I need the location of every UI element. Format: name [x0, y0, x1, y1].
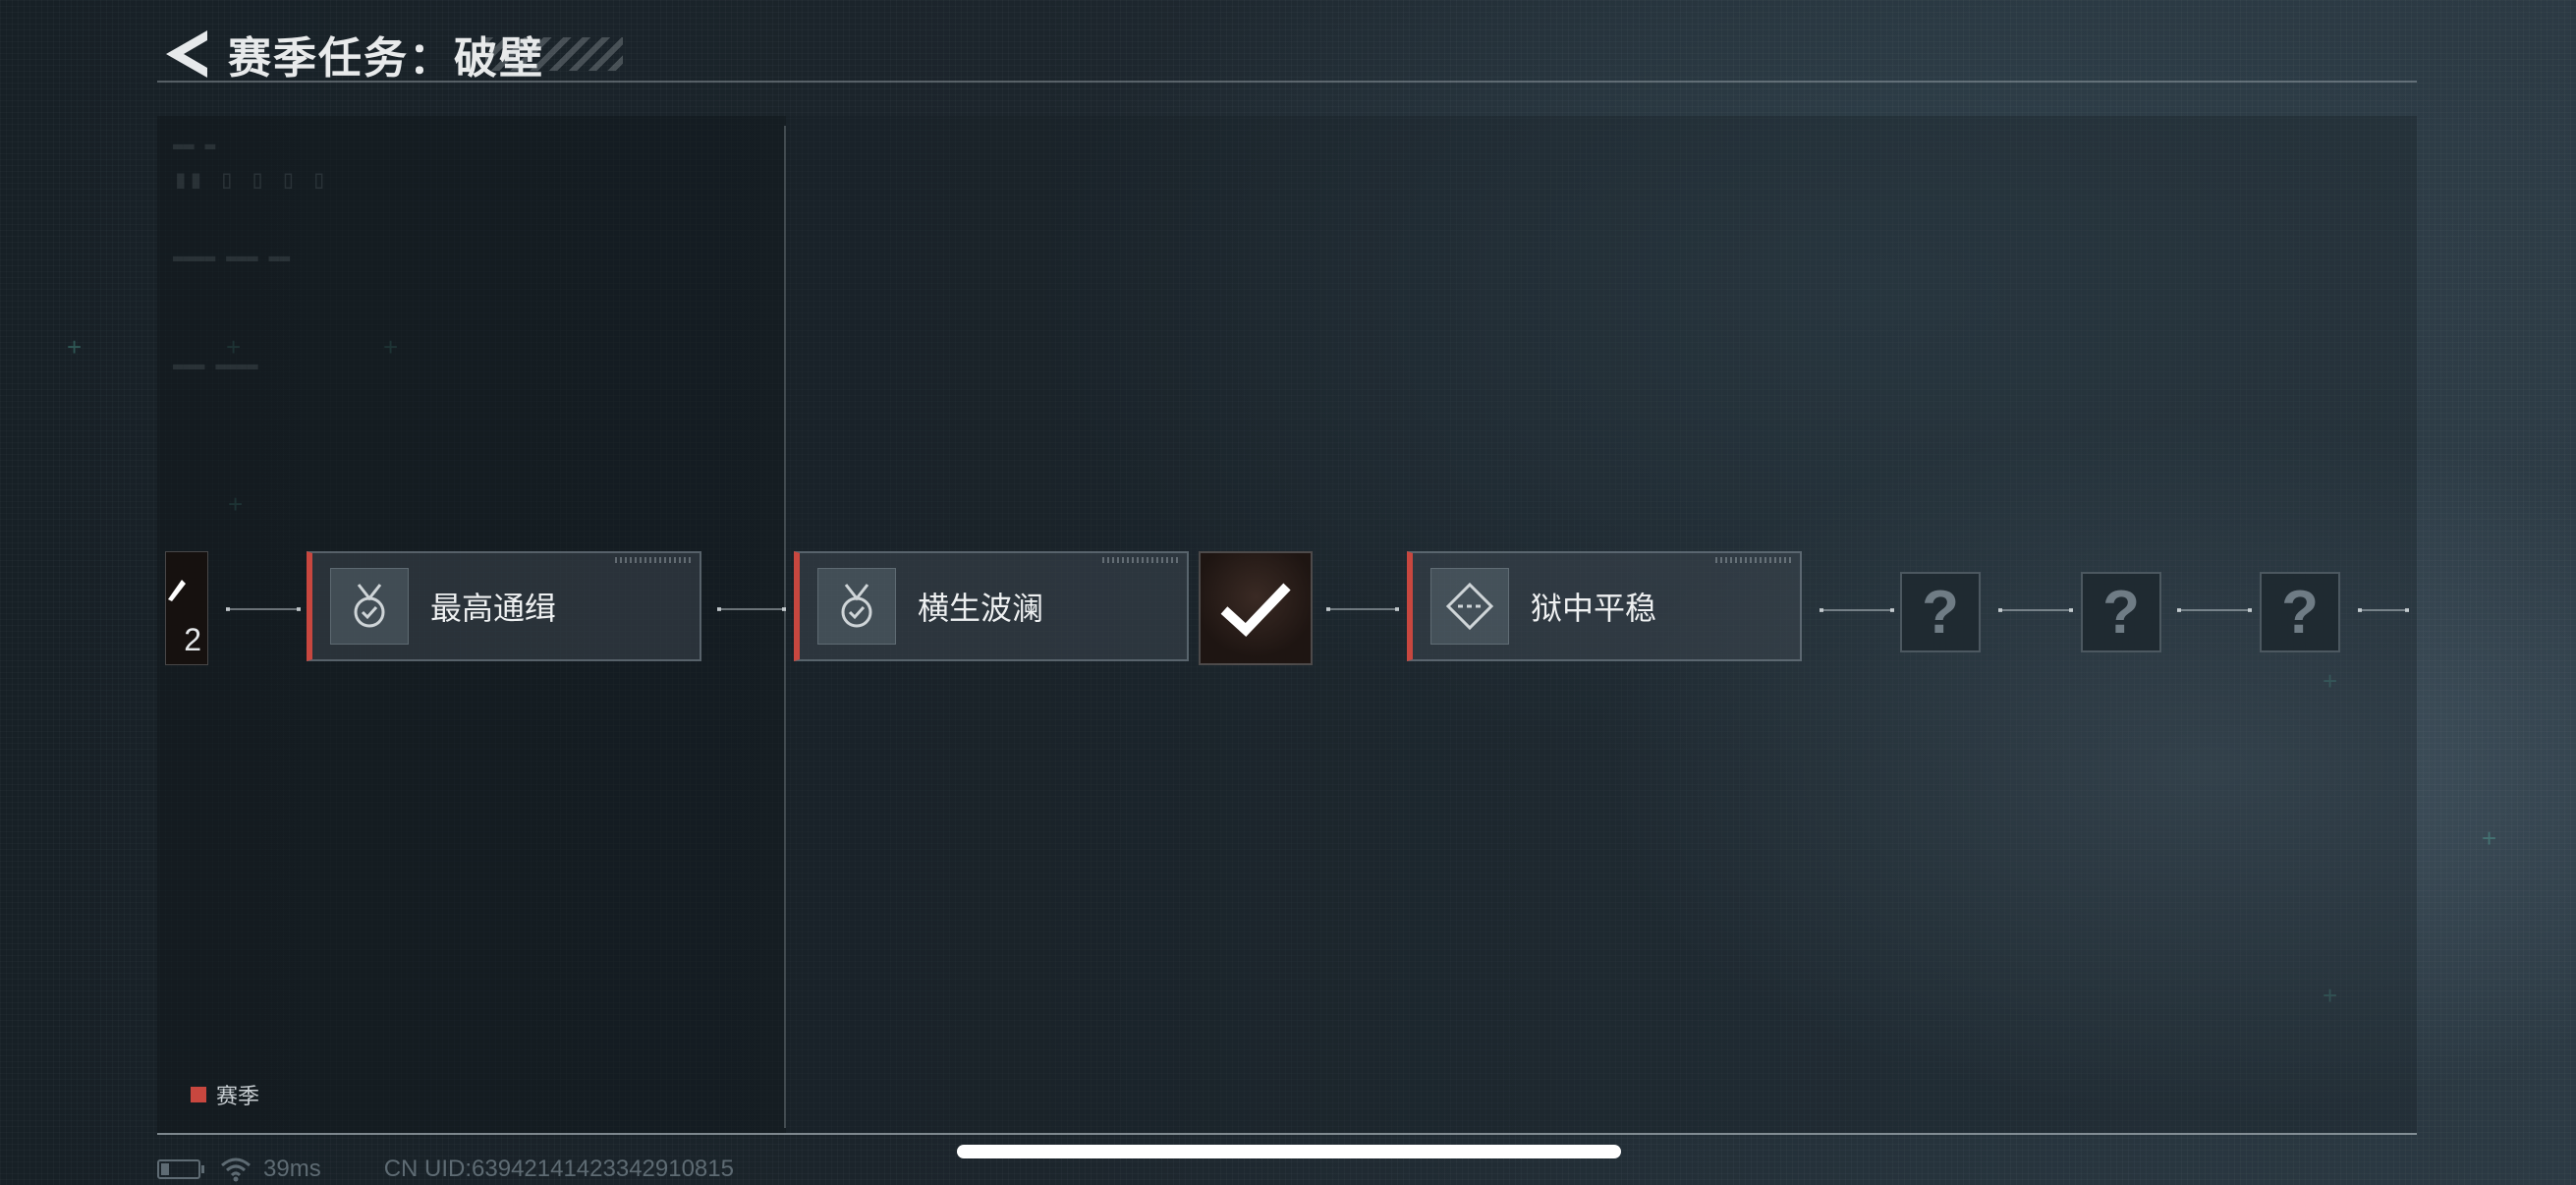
title-stripes-decoration — [485, 37, 623, 71]
crosshair-decoration: + — [2482, 823, 2497, 853]
hud-decoration: ▬▬▬▬ ▬▬▬ ▬▬ — [173, 248, 291, 268]
card-corner-decoration — [1715, 557, 1794, 563]
task-card-label: 横生波澜 — [918, 591, 1044, 626]
task-count: 2 — [184, 622, 201, 657]
hud-decoration: ▮▮ ▯ ▯ ▯ ▯ — [173, 165, 327, 195]
status-bar: 39ms CN UID:639421414233429108​15 — [157, 1156, 734, 1183]
reward-completed-tile[interactable] — [1199, 551, 1313, 665]
timeline-divider — [784, 126, 786, 1128]
legend: 赛季 — [191, 1079, 259, 1110]
user-uid: CN UID:639421414233429108​15 — [383, 1156, 734, 1182]
crosshair-decoration: + — [67, 332, 83, 362]
task-card-label: 最高通缉 — [430, 591, 557, 626]
locked-task-tile[interactable]: ? — [1900, 572, 1981, 652]
checkmark-icon — [1220, 583, 1291, 637]
legend-label: 赛季 — [216, 1084, 260, 1108]
task-card-most-wanted[interactable]: 最高通缉 — [307, 551, 701, 661]
back-arrow-icon — [166, 30, 207, 78]
previous-task-tile[interactable]: 2 — [165, 551, 208, 665]
ping-readout: 39ms — [263, 1156, 321, 1182]
card-corner-decoration — [615, 557, 694, 563]
track-connector — [717, 607, 786, 611]
track-connector — [2177, 608, 2252, 612]
medal-check-icon — [330, 568, 409, 645]
home-indicator[interactable] — [957, 1145, 1621, 1158]
track-connector — [1820, 608, 1894, 612]
header-divider — [157, 81, 2417, 83]
locked-task-tile[interactable]: ? — [2081, 572, 2161, 652]
card-corner-decoration — [1102, 557, 1181, 563]
back-button[interactable] — [157, 25, 216, 84]
task-card-prison-stable[interactable]: 狱中平稳 — [1407, 551, 1802, 661]
track-connector — [2358, 608, 2409, 612]
task-card-label: 狱中平稳 — [1531, 591, 1657, 626]
pencil-icon — [168, 580, 186, 601]
diamond-dash-icon — [1430, 568, 1509, 645]
hud-decoration: ▬▬▬ ▬▬▬▬ — [173, 356, 258, 376]
track-connector — [226, 607, 301, 611]
wifi-icon — [221, 1157, 251, 1182]
track-connector — [1326, 607, 1399, 611]
medal-check-icon — [817, 568, 896, 645]
track-connector — [1998, 608, 2073, 612]
legend-swatch — [191, 1087, 206, 1102]
hud-decoration: ▬▬ ▬ — [173, 136, 216, 156]
locked-task-tile[interactable]: ? — [2260, 572, 2340, 652]
battery-icon — [157, 1159, 204, 1179]
task-card-unexpected-waves[interactable]: 横生波澜 — [794, 551, 1189, 661]
header: 赛季任务：破壁 — [157, 22, 623, 86]
